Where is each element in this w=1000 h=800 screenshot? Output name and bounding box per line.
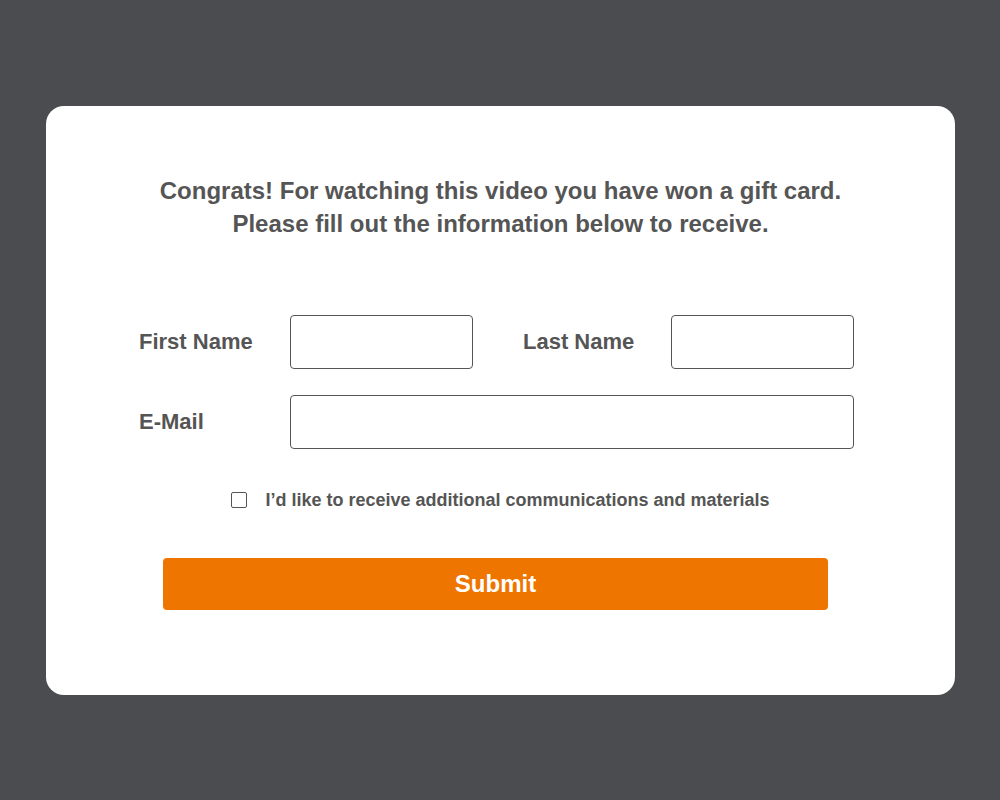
consent-label: I’d like to receive additional communica… bbox=[265, 488, 769, 512]
consent-checkbox[interactable] bbox=[231, 492, 247, 508]
gift-card-modal: Congrats! For watching this video you ha… bbox=[46, 106, 955, 695]
field-label: E-Mail bbox=[139, 408, 290, 436]
name-row: First Name Last Name bbox=[139, 315, 955, 369]
heading-line: Congrats! For watching this video you ha… bbox=[160, 174, 841, 207]
text-input[interactable] bbox=[290, 395, 854, 449]
consent-row: I’d like to receive additional communica… bbox=[46, 488, 955, 512]
page: Congrats! For watching this video you ha… bbox=[0, 0, 1000, 800]
text-input[interactable] bbox=[671, 315, 854, 369]
email-row: E-Mail bbox=[139, 395, 955, 449]
submit-button[interactable]: Submit bbox=[163, 558, 828, 610]
text-input[interactable] bbox=[290, 315, 473, 369]
field-label: First Name bbox=[139, 328, 290, 356]
modal-heading: Congrats! For watching this video you ha… bbox=[46, 174, 955, 240]
heading-line: Please fill out the information below to… bbox=[232, 207, 768, 240]
form: First Name Last Name E-Mail bbox=[46, 315, 955, 449]
field-label: Last Name bbox=[523, 328, 671, 356]
